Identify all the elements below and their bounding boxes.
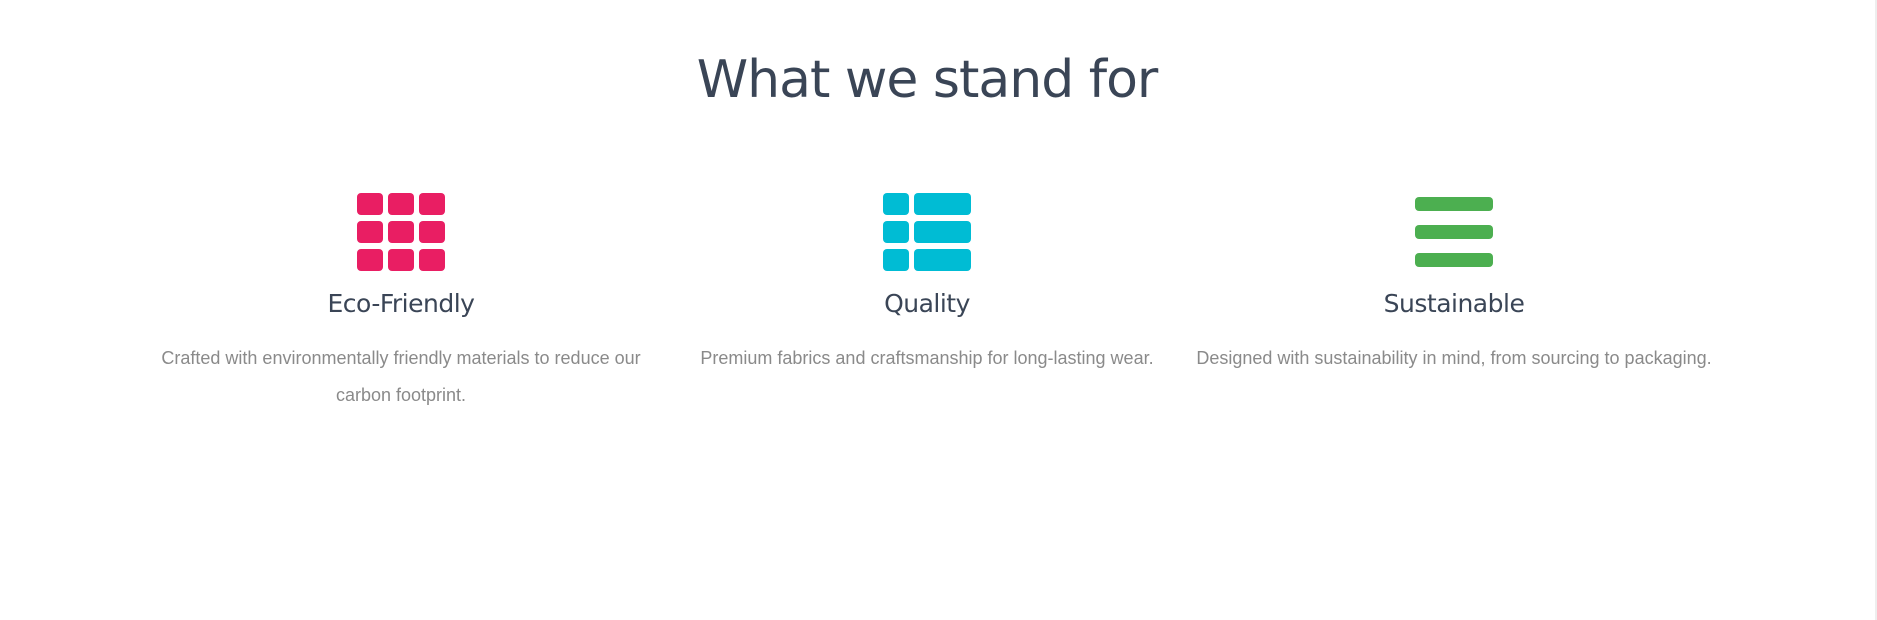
feature-description: Premium fabrics and craftsmanship for lo… xyxy=(700,348,1154,368)
feature-description: Crafted with environmentally friendly ma… xyxy=(161,348,641,405)
feature-quality: Quality Premium fabrics and craftsmanshi… xyxy=(667,190,1187,377)
feature-title: Eco-Friendly xyxy=(327,289,475,318)
what-we-stand-for-section: What we stand for Eco-Friendly Crafted w… xyxy=(0,0,1877,620)
feature-title: Quality xyxy=(884,289,970,318)
view-list-icon xyxy=(667,190,1187,274)
feature-sustainable: Sustainable Designed with sustainability… xyxy=(1194,190,1714,377)
feature-eco-friendly: Eco-Friendly Crafted with environmentall… xyxy=(141,190,661,414)
menu-icon xyxy=(1194,190,1714,274)
feature-title: Sustainable xyxy=(1383,289,1525,318)
feature-description: Designed with sustainability in mind, fr… xyxy=(1196,348,1712,368)
section-title: What we stand for xyxy=(696,50,1159,110)
grid-icon xyxy=(141,190,661,274)
